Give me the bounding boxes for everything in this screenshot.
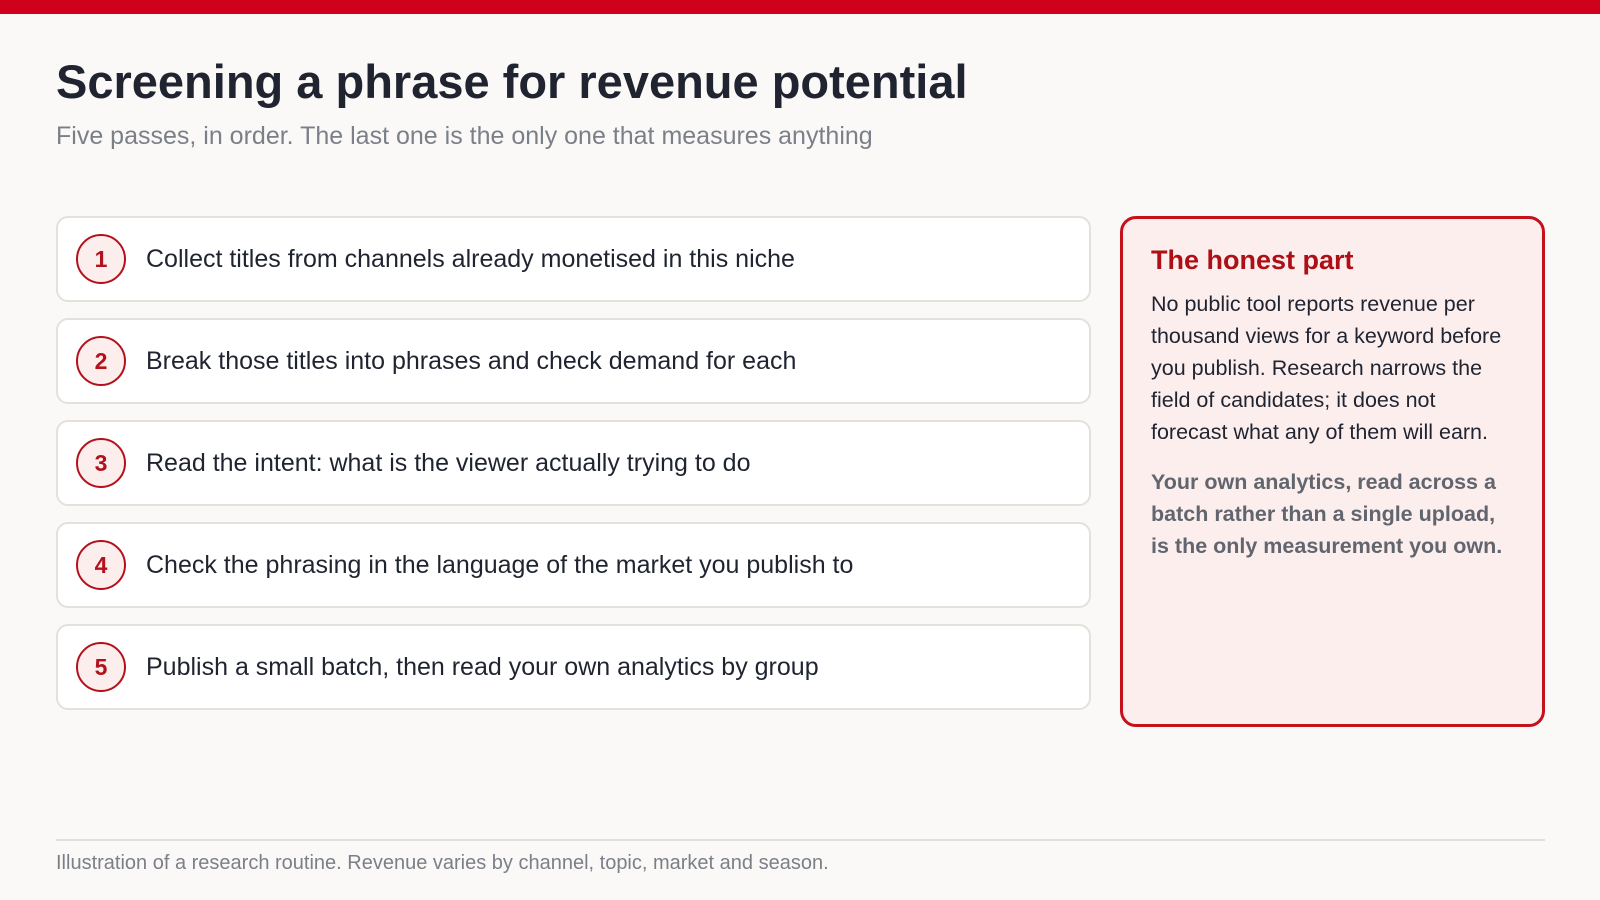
step-text: Break those titles into phrases and chec… bbox=[146, 346, 797, 375]
step-card-4: 4 Check the phrasing in the language of … bbox=[56, 522, 1091, 608]
step-text: Collect titles from channels already mon… bbox=[146, 244, 795, 273]
step-text: Read the intent: what is the viewer actu… bbox=[146, 448, 751, 477]
step-card-3: 3 Read the intent: what is the viewer ac… bbox=[56, 420, 1091, 506]
step-number-badge: 1 bbox=[76, 234, 126, 284]
step-number-badge: 5 bbox=[76, 642, 126, 692]
step-text: Check the phrasing in the language of th… bbox=[146, 550, 854, 579]
page-subtitle: Five passes, in order. The last one is t… bbox=[56, 122, 873, 150]
step-text: Publish a small batch, then read your ow… bbox=[146, 652, 819, 681]
step-card-2: 2 Break those titles into phrases and ch… bbox=[56, 318, 1091, 404]
step-number-badge: 2 bbox=[76, 336, 126, 386]
footer-divider bbox=[56, 839, 1545, 841]
top-accent-bar bbox=[0, 0, 1600, 14]
page-title: Screening a phrase for revenue potential bbox=[56, 55, 968, 108]
step-number-badge: 3 bbox=[76, 438, 126, 488]
step-card-1: 1 Collect titles from channels already m… bbox=[56, 216, 1091, 302]
step-card-5: 5 Publish a small batch, then read your … bbox=[56, 624, 1091, 710]
callout-emphasis: Your own analytics, read across a batch … bbox=[1151, 470, 1503, 559]
step-number-badge: 4 bbox=[76, 540, 126, 590]
callout-body: No public tool reports revenue per thous… bbox=[1151, 292, 1502, 445]
footer-note: Illustration of a research routine. Reve… bbox=[56, 852, 829, 874]
honest-part-callout: The honest part No public tool reports r… bbox=[1120, 216, 1545, 727]
steps-list: 1 Collect titles from channels already m… bbox=[56, 216, 1091, 726]
callout-title: The honest part bbox=[1151, 245, 1354, 275]
